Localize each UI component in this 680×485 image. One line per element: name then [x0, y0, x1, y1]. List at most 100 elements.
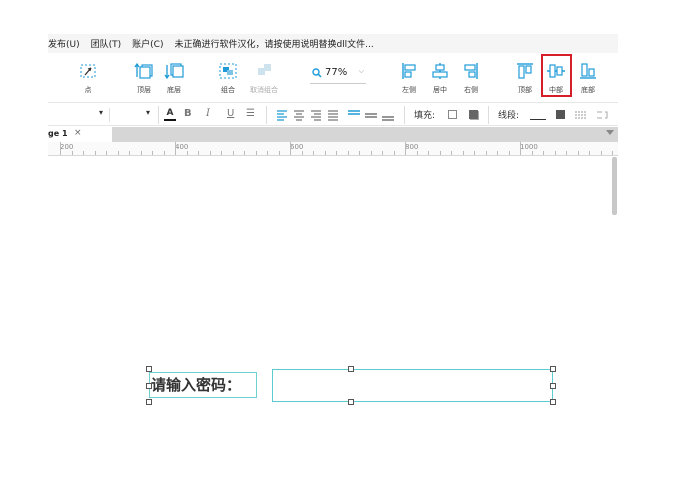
ruler-tick: [140, 151, 142, 155]
line-color-swatch[interactable]: [530, 119, 546, 120]
fill-color-swatch[interactable]: [448, 110, 457, 119]
ruler-tick: [462, 151, 464, 155]
arrow-style-button[interactable]: [596, 108, 608, 122]
align-bottom-button[interactable]: 底部: [568, 54, 608, 100]
vertical-scrollbar[interactable]: [612, 157, 617, 215]
tab-dropdown-icon[interactable]: [606, 130, 614, 135]
italic-icon: I: [206, 108, 210, 119]
bullet-list-button[interactable]: ☰: [246, 108, 255, 122]
ruler-tick: [255, 151, 257, 155]
align-center-icon: [432, 63, 448, 79]
resize-handle[interactable]: [146, 399, 152, 405]
resize-handle[interactable]: [550, 383, 556, 389]
font-size-select[interactable]: ▾: [112, 108, 154, 122]
ruler-tick: [382, 151, 383, 155]
ungroup-icon: [258, 64, 271, 75]
ruler-tick: [393, 151, 395, 155]
shadow-button[interactable]: [469, 110, 478, 119]
ruler-tick: [336, 151, 337, 155]
tab-label: ge 1: [48, 129, 68, 138]
underline-icon: U: [227, 108, 235, 119]
divider: [488, 106, 489, 124]
point-tool-label: 点: [84, 86, 92, 94]
font-color-button[interactable]: A: [164, 108, 176, 122]
ungroup-button[interactable]: 取消组合: [244, 54, 284, 100]
horizontal-ruler: 200 400 600 800 1000: [48, 142, 618, 156]
chevron-down-icon: ⌵: [358, 67, 364, 75]
password-label-widget[interactable]: 请输入密码：: [149, 372, 257, 398]
ruler-label: 200: [60, 143, 74, 151]
ruler-tick: [106, 151, 107, 155]
align-text-center-button[interactable]: [293, 108, 305, 122]
bring-front-icon: [134, 62, 153, 79]
ruler-tick: [589, 151, 590, 155]
align-bottom-icon: [580, 63, 596, 79]
resize-handle[interactable]: [550, 366, 556, 372]
resize-handle[interactable]: [348, 399, 354, 405]
valign-middle-button[interactable]: [365, 108, 377, 122]
send-back-button[interactable]: 底层: [154, 54, 194, 100]
ruler-tick: [554, 151, 556, 155]
ruler-tick: [267, 151, 268, 155]
divider: [158, 106, 159, 124]
ruler-tick: [405, 142, 406, 155]
ruler-tick: [531, 151, 533, 155]
align-text-right-button[interactable]: [310, 108, 322, 122]
design-canvas[interactable]: [48, 157, 618, 485]
caret-down-icon: ▾: [98, 108, 103, 117]
bold-icon: B: [184, 108, 192, 119]
point-icon: [80, 64, 96, 78]
justify-text-button[interactable]: [327, 108, 339, 122]
ruler-tick: [497, 151, 498, 155]
line-weight-button[interactable]: [556, 110, 565, 119]
resize-handle[interactable]: [146, 366, 152, 372]
ruler-tick: [359, 151, 360, 155]
valign-top-button[interactable]: [348, 108, 360, 122]
ruler-tick: [198, 151, 199, 155]
divider: [404, 106, 405, 124]
line-style-button[interactable]: [575, 108, 587, 122]
ruler-tick: [163, 151, 165, 155]
italic-button[interactable]: I: [206, 108, 210, 122]
ruler-tick: [94, 151, 96, 155]
ruler-tick: [324, 151, 326, 155]
ruler-tick: [60, 142, 61, 155]
zoom-value: 77%: [325, 67, 348, 78]
valign-bottom-button[interactable]: [382, 108, 394, 122]
ruler-tick: [600, 151, 602, 155]
point-tool-button[interactable]: 点: [68, 54, 108, 100]
ruler-tick: [508, 151, 510, 155]
menu-bar: 发布(U) 团队(T) 账户(C) 未正确进行软件汉化，请按使用说明替换dll文…: [48, 34, 618, 53]
align-right-button[interactable]: 右侧: [451, 54, 491, 100]
menu-team[interactable]: 团队(T): [91, 37, 122, 50]
ruler-tick: [129, 151, 130, 155]
zoom-select[interactable]: 77% ⌵: [310, 66, 366, 84]
send-back-label: 底层: [167, 86, 181, 94]
group-icon: [219, 63, 237, 79]
ruler-tick: [416, 151, 418, 155]
menu-account[interactable]: 账户(C): [132, 37, 163, 50]
ruler-tick: [474, 151, 475, 155]
ruler-label: 600: [290, 143, 304, 151]
password-input-widget[interactable]: [272, 369, 553, 402]
align-text-left-button[interactable]: [276, 108, 288, 122]
caret-down-icon: ▾: [145, 108, 150, 117]
ruler-tick: [221, 151, 222, 155]
resize-handle[interactable]: [550, 399, 556, 405]
tab-page-1[interactable]: ge 1 ×: [48, 127, 112, 142]
ruler-tick: [612, 151, 613, 155]
close-icon[interactable]: ×: [74, 128, 82, 138]
bold-button[interactable]: B: [184, 108, 192, 122]
resize-handle[interactable]: [348, 366, 354, 372]
localization-notice: 未正确进行软件汉化，请按使用说明替换dll文件...: [174, 40, 374, 50]
menu-publish[interactable]: 发布(U): [48, 37, 80, 50]
ruler-tick: [175, 142, 176, 155]
ruler-tick: [152, 151, 153, 155]
ruler-tick: [232, 151, 234, 155]
ruler-tick: [301, 151, 303, 155]
ruler-label: 400: [175, 143, 189, 151]
ruler-tick: [71, 151, 73, 155]
resize-handle[interactable]: [146, 383, 152, 389]
underline-button[interactable]: U: [227, 108, 234, 122]
font-family-select[interactable]: ▾: [48, 108, 110, 122]
